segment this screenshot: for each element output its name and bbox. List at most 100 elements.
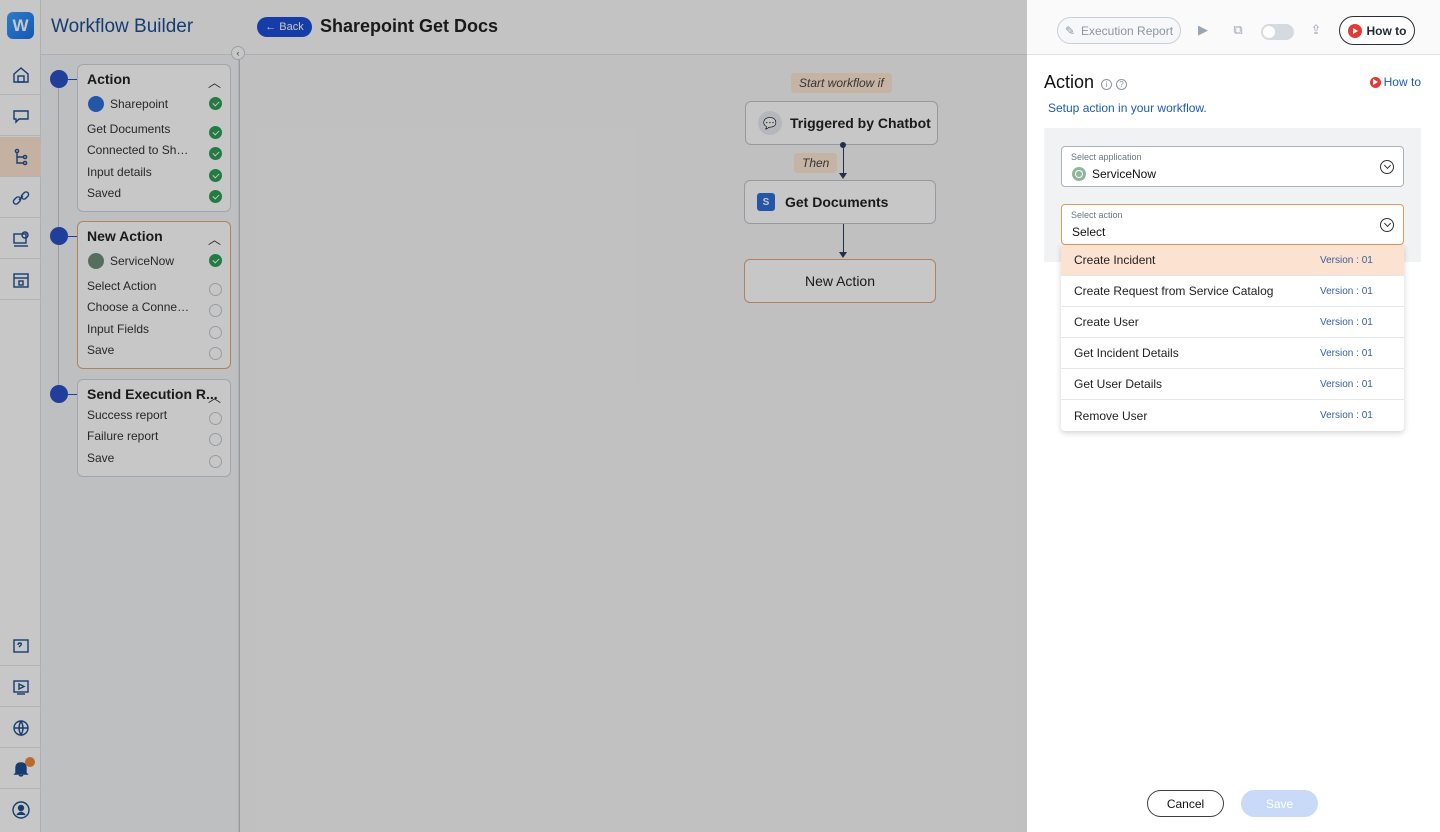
connector-arrow: [839, 173, 847, 179]
publish-toggle[interactable]: [1261, 24, 1294, 40]
pending-icon: [209, 304, 222, 317]
option-name: Create Incident: [1074, 253, 1156, 267]
youtube-icon: [1347, 23, 1362, 38]
option-version: Version : 01: [1320, 378, 1373, 390]
dropdown-option[interactable]: Create Incident Version : 01: [1061, 245, 1404, 276]
connector-arrow: [839, 252, 847, 258]
action-node-label: Get Documents: [785, 194, 889, 210]
globe-icon[interactable]: [0, 708, 41, 748]
pending-icon: [209, 433, 222, 446]
workflow-icon[interactable]: [0, 137, 41, 177]
pending-icon: [209, 412, 222, 425]
dropdown-option[interactable]: Create User Version : 01: [1061, 307, 1404, 338]
pending-icon: [209, 283, 222, 296]
chevron-up-icon[interactable]: ︿: [208, 387, 221, 406]
cancel-button[interactable]: Cancel: [1147, 790, 1224, 817]
save-button[interactable]: Save: [1241, 790, 1318, 817]
action-dropdown: Create Incident Version : 01 Create Requ…: [1061, 245, 1404, 431]
home-icon[interactable]: [0, 55, 41, 95]
step-card-new-action[interactable]: New Action ︿ ServiceNow Select Action Ch…: [77, 221, 231, 369]
step-item: Choose a Connec...: [87, 300, 190, 314]
step-title: New Action: [87, 228, 163, 244]
dropdown-option[interactable]: Get Incident Details Version : 01: [1061, 338, 1404, 369]
user-icon[interactable]: [0, 790, 41, 830]
chat-icon[interactable]: [0, 96, 41, 136]
pending-icon: [209, 326, 222, 339]
step-title: Action: [87, 71, 131, 87]
workflow-canvas[interactable]: Start workflow if 💬 Triggered by Chatbot…: [240, 55, 1027, 832]
option-version: Version : 01: [1320, 347, 1373, 359]
step-item: Saved: [87, 186, 122, 200]
step-item: Input Fields: [87, 322, 150, 336]
check-icon: [209, 126, 222, 139]
step-marker: [50, 70, 68, 88]
connector-line: [843, 224, 844, 252]
new-action-node-label: New Action: [804, 273, 876, 289]
help-icon[interactable]: ?: [1116, 79, 1127, 90]
bell-icon[interactable]: [0, 749, 41, 789]
youtube-icon: [1369, 76, 1381, 88]
how-to-button[interactable]: How to: [1339, 16, 1415, 45]
step-card-action[interactable]: Action ︿ Sharepoint Get Documents Connec…: [77, 64, 231, 212]
top-header: Workflow Builder ← Back Sharepoint Get D…: [41, 0, 1440, 55]
field-value: ServiceNow: [1092, 167, 1157, 181]
collapse-panel-button[interactable]: ‹: [231, 46, 245, 60]
check-icon: [209, 169, 222, 182]
chevron-down-icon[interactable]: [1380, 218, 1394, 232]
training-icon[interactable]: [0, 219, 41, 259]
field-label: Select action: [1071, 210, 1123, 220]
select-action-field[interactable]: Select action Select: [1061, 204, 1404, 245]
pending-icon: [209, 347, 222, 360]
check-icon: [209, 147, 222, 160]
info-icon[interactable]: i: [1101, 79, 1112, 90]
faq-icon[interactable]: [0, 626, 41, 666]
start-label: Start workflow if: [791, 73, 892, 93]
chevron-up-icon[interactable]: ︿: [208, 229, 221, 248]
workflow-title: Sharepoint Get Docs: [320, 16, 499, 36]
lock-icon[interactable]: [0, 260, 41, 300]
step-app: ServiceNow: [110, 254, 175, 268]
step-item: Save: [87, 451, 115, 465]
step-card-execution-report[interactable]: Send Execution R... ︿ Success report Fai…: [77, 379, 231, 477]
edit-icon: ✎: [1064, 23, 1075, 38]
chevron-up-icon[interactable]: ︿: [208, 72, 221, 91]
servicenow-icon: [88, 253, 104, 269]
check-icon: [209, 254, 222, 267]
step-marker: [50, 227, 68, 245]
select-application-field[interactable]: Select application ServiceNow: [1061, 146, 1404, 187]
step-item: Success report: [87, 408, 168, 422]
option-version: Version : 01: [1320, 410, 1373, 421]
duplicate-icon[interactable]: ⧉: [1230, 22, 1246, 38]
back-button[interactable]: ← Back: [257, 17, 312, 37]
execution-report-button[interactable]: ✎ Execution Report: [1057, 17, 1181, 44]
trigger-node[interactable]: 💬 Triggered by Chatbot: [745, 101, 938, 145]
panel-how-to-link[interactable]: How to: [1369, 75, 1421, 89]
dropdown-option[interactable]: Get User Details Version : 01: [1061, 369, 1404, 400]
new-action-node[interactable]: New Action: [744, 259, 936, 303]
servicenow-icon: [1072, 167, 1086, 181]
option-name: Remove User: [1074, 408, 1148, 423]
play-icon[interactable]: ▶: [1195, 22, 1211, 38]
how-to-label: How to: [1366, 23, 1407, 38]
execution-report-label: Execution Report: [1081, 23, 1174, 38]
step-item: Connected to Sha...: [87, 143, 190, 157]
step-item: Get Documents: [87, 122, 171, 136]
step-item: Select Action: [87, 279, 157, 293]
check-icon: [209, 97, 222, 110]
sharepoint-icon: [88, 96, 104, 112]
chevron-down-icon[interactable]: [1380, 160, 1394, 174]
dropdown-option[interactable]: Remove User Version : 01: [1061, 400, 1404, 431]
step-item: Save: [87, 343, 115, 357]
form-area: Select application ServiceNow Select act…: [1044, 128, 1421, 262]
dropdown-option[interactable]: Create Request from Service Catalog Vers…: [1061, 276, 1404, 307]
app-logo[interactable]: W: [7, 12, 34, 39]
check-icon: [209, 190, 222, 203]
link-icon[interactable]: [0, 178, 41, 218]
option-version: Version : 01: [1320, 316, 1373, 328]
page-brand: Workflow Builder: [51, 16, 194, 37]
action-node[interactable]: S Get Documents: [744, 180, 936, 224]
video-icon[interactable]: [0, 667, 41, 707]
step-item: Input details: [87, 165, 152, 179]
sharepoint-icon: S: [757, 193, 775, 211]
export-icon[interactable]: ⇪: [1308, 22, 1324, 38]
